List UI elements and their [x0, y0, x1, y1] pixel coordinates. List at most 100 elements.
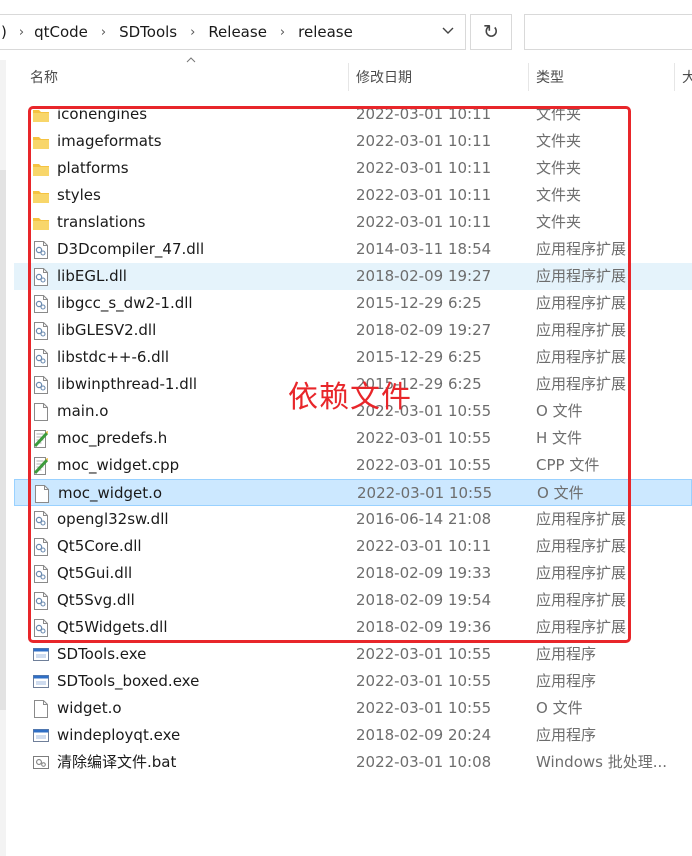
- file-type: 应用程序扩展: [536, 267, 627, 285]
- file-row[interactable]: libgcc_s_dw2-1.dll 2015-12-29 6:25 应用程序扩展: [14, 290, 692, 317]
- file-row[interactable]: styles 2022-03-01 10:11 文件夹: [14, 182, 692, 209]
- file-type: 应用程序扩展: [536, 618, 627, 636]
- file-row[interactable]: Qt5Widgets.dll 2018-02-09 19:36 应用程序扩展: [14, 614, 692, 641]
- file-row[interactable]: platforms 2022-03-01 10:11 文件夹: [14, 155, 692, 182]
- address-toolbar: ) › qtCode › SDTools › Release › release…: [0, 0, 692, 60]
- file-type: O 文件: [536, 402, 583, 420]
- file-type: 应用程序扩展: [536, 321, 627, 339]
- column-size[interactable]: 大: [682, 60, 692, 94]
- file-row[interactable]: moc_widget.cpp 2022-03-01 10:55 CPP 文件: [14, 452, 692, 479]
- file-name: moc_widget.cpp: [57, 456, 180, 474]
- file-row[interactable]: SDTools_boxed.exe 2022-03-01 10:55 应用程序: [14, 668, 692, 695]
- dll-file-icon: [33, 295, 49, 313]
- file-row[interactable]: libEGL.dll 2018-02-09 19:27 应用程序扩展: [14, 263, 692, 290]
- chevron-down-icon[interactable]: [441, 23, 455, 41]
- file-modified-date: 2022-03-01 10:11: [356, 186, 492, 204]
- file-modified-date: 2022-03-01 10:55: [357, 484, 493, 502]
- file-type: 应用程序扩展: [536, 240, 627, 258]
- file-row[interactable]: iconengines 2022-03-01 10:11 文件夹: [14, 101, 692, 128]
- file-type: 文件夹: [536, 132, 582, 150]
- file-modified-date: 2014-03-11 18:54: [356, 240, 492, 258]
- dll-file-icon: [33, 538, 49, 556]
- file-name: translations: [57, 213, 146, 231]
- file-row[interactable]: libGLESV2.dll 2018-02-09 19:27 应用程序扩展: [14, 317, 692, 344]
- file-row[interactable]: translations 2022-03-01 10:11 文件夹: [14, 209, 692, 236]
- column-header: 名称 修改日期 类型 大: [14, 57, 692, 94]
- file-modified-date: 2022-03-01 10:11: [356, 537, 492, 555]
- file-type: 应用程序扩展: [536, 510, 627, 528]
- file-row[interactable]: moc_predefs.h 2022-03-01 10:55 H 文件: [14, 425, 692, 452]
- application-icon: [33, 646, 49, 664]
- file-name: Qt5Svg.dll: [57, 591, 135, 609]
- file-row[interactable]: Qt5Core.dll 2022-03-01 10:11 应用程序扩展: [14, 533, 692, 560]
- file-modified-date: 2015-12-29 6:25: [356, 348, 482, 366]
- file-row[interactable]: Qt5Gui.dll 2018-02-09 19:33 应用程序扩展: [14, 560, 692, 587]
- file-row[interactable]: Qt5Svg.dll 2018-02-09 19:54 应用程序扩展: [14, 587, 692, 614]
- file-modified-date: 2016-06-14 21:08: [356, 510, 492, 528]
- dll-file-icon: [33, 349, 49, 367]
- file-type: H 文件: [536, 429, 583, 447]
- file-type: 文件夹: [536, 186, 582, 204]
- dll-file-icon: [33, 268, 49, 286]
- file-modified-date: 2022-03-01 10:08: [356, 753, 492, 771]
- source-file-icon: [33, 430, 49, 448]
- file-type: Windows 批处理...: [536, 753, 668, 771]
- column-name[interactable]: 名称: [30, 60, 350, 94]
- file-type: 文件夹: [536, 159, 582, 177]
- file-row[interactable]: imageformats 2022-03-01 10:11 文件夹: [14, 128, 692, 155]
- dll-file-icon: [33, 511, 49, 529]
- file-type: O 文件: [536, 699, 583, 717]
- file-row[interactable]: moc_widget.o 2022-03-01 10:55 O 文件: [14, 479, 692, 506]
- breadcrumb-item-release-parent[interactable]: Release: [208, 23, 267, 41]
- search-input[interactable]: [524, 14, 692, 50]
- file-row[interactable]: opengl32sw.dll 2016-06-14 21:08 应用程序扩展: [14, 506, 692, 533]
- breadcrumb-item-qtcode[interactable]: qtCode: [34, 23, 88, 41]
- file-type: 应用程序: [536, 645, 597, 663]
- breadcrumb-item-release[interactable]: release: [298, 23, 353, 41]
- breadcrumb-item-sdtools[interactable]: SDTools: [119, 23, 177, 41]
- chevron-right-icon: ›: [100, 24, 107, 40]
- navigation-pane-edge: [0, 60, 6, 856]
- application-icon: [33, 673, 49, 691]
- dll-file-icon: [33, 565, 49, 583]
- column-divider[interactable]: [528, 63, 529, 91]
- folder-icon: [33, 214, 49, 232]
- file-row[interactable]: 清除编译文件.bat 2022-03-01 10:08 Windows 批处理...: [14, 749, 692, 776]
- breadcrumb-lead[interactable]: ): [1, 23, 7, 41]
- file-name: D3Dcompiler_47.dll: [57, 240, 205, 258]
- folder-icon: [33, 133, 49, 151]
- file-row[interactable]: SDTools.exe 2022-03-01 10:55 应用程序: [14, 641, 692, 668]
- column-type[interactable]: 类型: [536, 60, 676, 94]
- file-row[interactable]: D3Dcompiler_47.dll 2014-03-11 18:54 应用程序扩展: [14, 236, 692, 263]
- blank-file-icon: [33, 403, 49, 421]
- file-row[interactable]: windeployqt.exe 2018-02-09 20:24 应用程序: [14, 722, 692, 749]
- nav-scrollbar-thumb[interactable]: [0, 170, 6, 710]
- file-modified-date: 2022-03-01 10:55: [356, 672, 492, 690]
- dll-file-icon: [33, 322, 49, 340]
- file-name: opengl32sw.dll: [57, 510, 169, 528]
- refresh-button[interactable]: ↻: [470, 14, 512, 50]
- file-type: 应用程序: [536, 726, 597, 744]
- file-modified-date: 2022-03-01 10:55: [356, 699, 492, 717]
- file-row[interactable]: libstdc++-6.dll 2015-12-29 6:25 应用程序扩展: [14, 344, 692, 371]
- file-name: libEGL.dll: [57, 267, 127, 285]
- column-divider[interactable]: [674, 63, 675, 91]
- annotation-label: 依赖文件: [288, 380, 412, 415]
- blank-file-icon: [33, 700, 49, 718]
- file-name: main.o: [57, 402, 109, 420]
- file-modified-date: 2022-03-01 10:11: [356, 213, 492, 231]
- column-divider[interactable]: [348, 63, 349, 91]
- file-name: moc_predefs.h: [57, 429, 168, 447]
- batch-file-icon: [33, 754, 49, 772]
- file-name: styles: [57, 186, 101, 204]
- folder-icon: [33, 106, 49, 124]
- dll-file-icon: [33, 241, 49, 259]
- address-bar[interactable]: ) › qtCode › SDTools › Release › release: [0, 14, 466, 50]
- file-modified-date: 2018-02-09 19:33: [356, 564, 492, 582]
- file-row[interactable]: widget.o 2022-03-01 10:55 O 文件: [14, 695, 692, 722]
- file-name: libstdc++-6.dll: [57, 348, 170, 366]
- column-date[interactable]: 修改日期: [356, 60, 526, 94]
- file-modified-date: 2022-03-01 10:55: [356, 645, 492, 663]
- file-modified-date: 2018-02-09 19:27: [356, 267, 492, 285]
- file-name: Qt5Widgets.dll: [57, 618, 168, 636]
